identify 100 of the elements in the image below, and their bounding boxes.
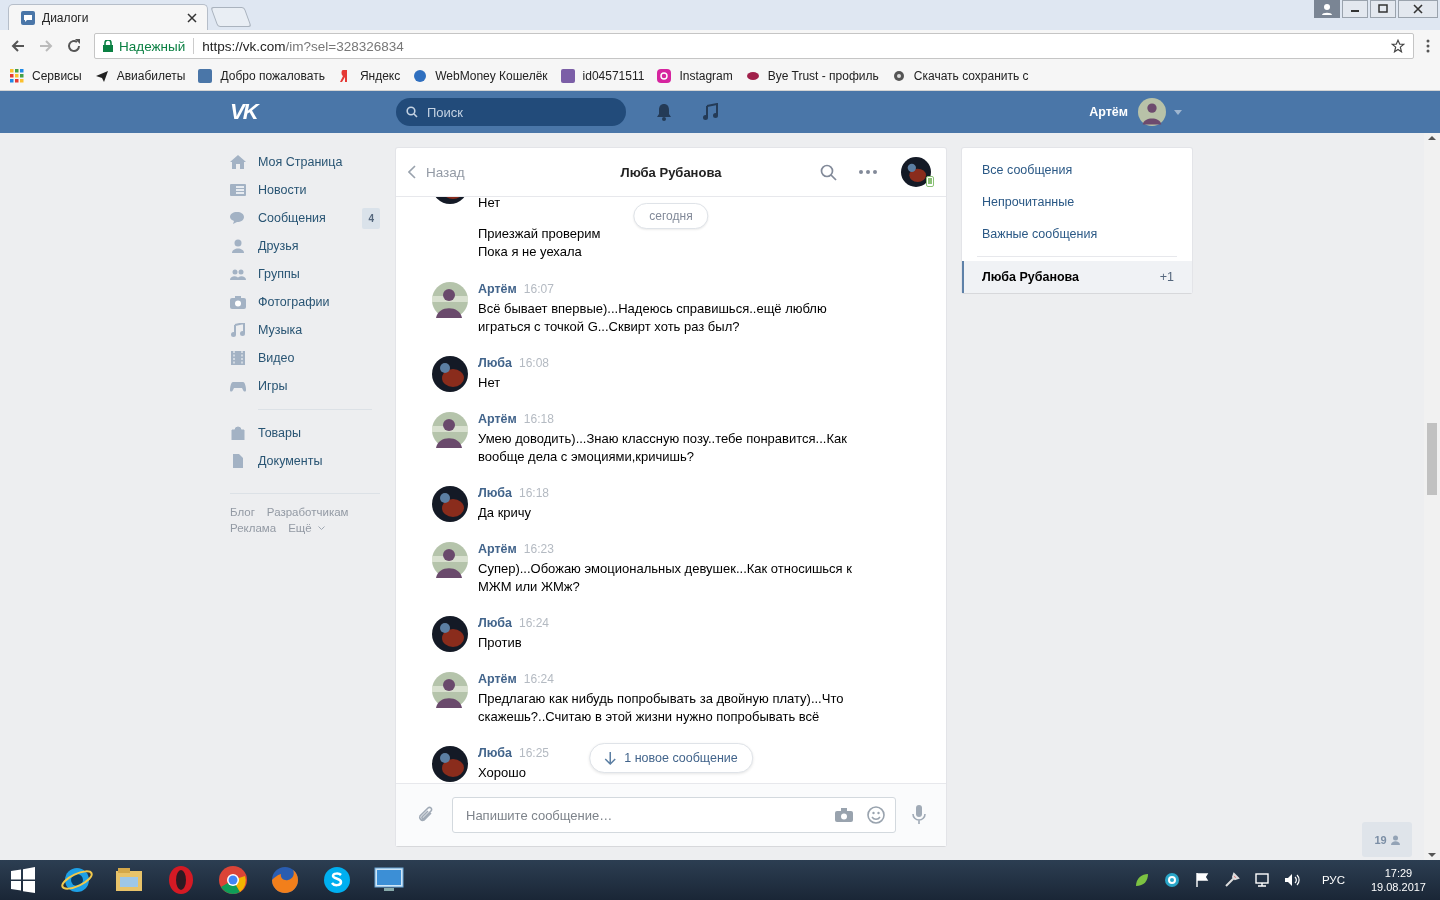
music-icon[interactable] <box>702 103 718 121</box>
sidebar-item[interactable]: Фотографии <box>230 288 380 316</box>
dialog-item[interactable]: Люба Рубанова +1 <box>962 261 1192 293</box>
search-icon[interactable] <box>820 163 837 181</box>
message-time: 16:18 <box>523 412 554 426</box>
message-text: Умею доводить)...Знаю классную позу..тебе понравится...Как вообще дела с эмоциями,кричишь? <box>478 430 848 466</box>
close-button[interactable] <box>1398 0 1438 18</box>
user-name[interactable]: Артём <box>1089 105 1128 119</box>
message-text: Супер)...Обожаю эмоциональных девушек...Как относишься к МЖМ или ЖМж? <box>478 560 853 596</box>
author-name[interactable]: Артём <box>478 672 517 686</box>
bookmark[interactable]: id04571511 <box>560 69 645 83</box>
address-bar[interactable]: Надежный https://vk.com/im?sel=328326834 <box>94 33 1414 59</box>
message-time: 16:08 <box>518 356 549 370</box>
author-name[interactable]: Люба <box>478 616 512 630</box>
bookmark[interactable]: Скачать сохранить с <box>891 69 1029 83</box>
smiley-icon[interactable] <box>867 806 885 824</box>
clock-time[interactable]: 17:29 <box>1384 866 1413 880</box>
security-label: Надежный <box>119 38 186 54</box>
sidebar-item[interactable]: Группы <box>230 260 380 288</box>
music-icon <box>230 323 246 337</box>
sidebar-item[interactable]: Музыка <box>230 316 380 344</box>
message-text: Хорошо <box>478 764 527 782</box>
author-name[interactable]: Артём <box>478 542 517 556</box>
bag-icon <box>230 426 246 440</box>
bookmark[interactable]: Добро пожаловать <box>198 69 325 83</box>
news-icon <box>230 183 246 197</box>
avatar[interactable] <box>901 157 931 187</box>
windows-start-icon[interactable] <box>10 867 36 893</box>
close-icon[interactable] <box>187 12 197 23</box>
maximize-button[interactable] <box>1370 0 1396 18</box>
bookmark-icon <box>560 69 575 83</box>
author-name[interactable]: Люба <box>478 356 512 370</box>
avatar[interactable] <box>432 412 468 448</box>
reload-icon[interactable] <box>66 38 82 54</box>
avatar[interactable] <box>432 672 468 708</box>
bookmark[interactable]: Bye Trust - профиль <box>745 69 879 83</box>
clock-date[interactable]: 19.08.2017 <box>1370 880 1426 894</box>
date-label: сегодня <box>633 203 709 229</box>
minimize-button[interactable] <box>1342 0 1368 18</box>
filter-item[interactable]: Важные сообщения <box>962 218 1192 250</box>
scrollbar-thumb[interactable] <box>1427 423 1437 495</box>
sidebar-item[interactable]: Документы <box>230 447 380 475</box>
leaf-icon[interactable] <box>1133 872 1150 888</box>
network-icon[interactable] <box>1253 872 1270 888</box>
bookmark-icon <box>657 69 672 83</box>
bookmark[interactable]: Яндекс <box>337 69 401 83</box>
author-name[interactable]: Артём <box>478 412 517 426</box>
avatar[interactable] <box>432 282 468 318</box>
avatar[interactable] <box>432 356 468 392</box>
author-name[interactable]: Люба <box>478 746 512 760</box>
sidebar-item[interactable]: Друзья <box>230 232 380 260</box>
author-name[interactable]: Артём <box>478 282 517 296</box>
menu-icon[interactable] <box>1426 39 1430 53</box>
sidebar-item[interactable]: Игры <box>230 372 380 400</box>
browser-tab[interactable]: Диалоги <box>8 4 208 30</box>
sidebar-item[interactable]: Видео <box>230 344 380 372</box>
vk-logo[interactable]: VK <box>230 99 266 125</box>
sidebar-item[interactable]: Сообщения 4 <box>230 204 380 232</box>
doc-icon <box>230 454 246 468</box>
sidebar-item[interactable]: Моя Страница <box>230 148 380 176</box>
avatar[interactable] <box>432 746 468 782</box>
sidebar-item[interactable]: Новости <box>230 176 380 204</box>
star-icon[interactable] <box>1391 39 1405 53</box>
bookmark[interactable]: WebMoney Кошелёк <box>413 69 548 83</box>
bookmark-icon <box>10 69 24 83</box>
bookmark[interactable]: Instagram <box>657 69 733 83</box>
sidebar-item[interactable]: Товары <box>230 419 380 447</box>
chevron-left-icon[interactable] <box>408 165 416 179</box>
message-text-input[interactable]: Напишите сообщение… <box>464 806 821 824</box>
back-icon[interactable] <box>10 38 26 54</box>
author-name[interactable]: Люба <box>478 486 512 500</box>
message-time: 16:23 <box>523 542 554 556</box>
language-indicator[interactable]: РУС <box>1321 874 1345 886</box>
gamepad-icon <box>230 379 246 393</box>
message-time: 16:07 <box>523 282 554 296</box>
new-messages-button[interactable]: 1 новое сообщение <box>589 743 753 773</box>
message-text: Нет <box>478 197 501 212</box>
avatar[interactable] <box>432 486 468 522</box>
bookmark[interactable]: Авиабилеты <box>94 69 186 83</box>
more-icon[interactable] <box>859 170 877 174</box>
bell-icon[interactable] <box>656 103 672 121</box>
flag-icon[interactable] <box>1193 872 1210 888</box>
filter-item[interactable]: Непрочитанные <box>962 186 1192 218</box>
tools-icon[interactable] <box>1223 872 1240 888</box>
bookmark-icon <box>94 69 109 83</box>
arrow-down-icon[interactable] <box>604 751 617 765</box>
bookmark[interactable]: Сервисы <box>10 69 82 83</box>
message-input[interactable]: Напишите сообщение… <box>452 797 896 833</box>
search-field[interactable]: Поиск <box>396 98 626 126</box>
volume-icon[interactable] <box>1283 872 1300 888</box>
chrome-icon[interactable] <box>216 863 250 897</box>
avatar[interactable] <box>432 616 468 652</box>
message-time: 16:18 <box>518 486 549 500</box>
camera-icon[interactable] <box>835 808 853 822</box>
chat-title[interactable]: Люба Рубанова <box>620 164 722 180</box>
user-icon[interactable] <box>1314 0 1340 18</box>
avatar[interactable] <box>432 542 468 578</box>
search-input[interactable]: Поиск <box>425 103 609 121</box>
filter-item[interactable]: Все сообщения <box>962 154 1192 186</box>
message-text: Пока я не уехала <box>478 243 583 261</box>
